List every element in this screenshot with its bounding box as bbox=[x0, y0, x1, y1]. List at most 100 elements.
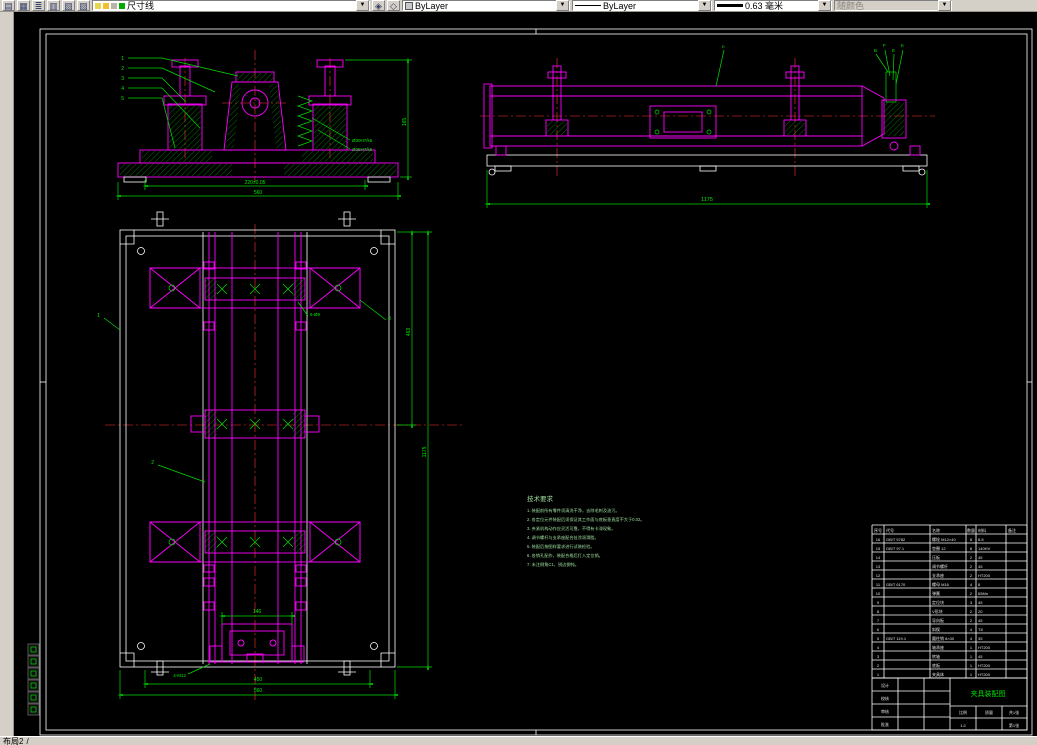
title-block: 设计 校核 审核 批准 夹具装配图 比例 1:2 质量 共1张 第1张 bbox=[871, 677, 1028, 731]
table-cell: 圆柱销 8×30 bbox=[932, 635, 955, 641]
table-cell: 65Mn bbox=[978, 591, 988, 596]
scale-value: 1:2 bbox=[960, 723, 966, 728]
linetype-sample-icon bbox=[575, 5, 601, 6]
chevron-down-icon[interactable]: ▼ bbox=[698, 0, 711, 11]
table-cell: 140HV bbox=[978, 546, 991, 551]
hole-callout: 6-Ø9 bbox=[310, 312, 321, 317]
table-cell: 夹具体 bbox=[932, 671, 944, 677]
layer-manager-icon[interactable]: ≣ bbox=[32, 0, 45, 11]
table-cell: 数量 bbox=[967, 527, 975, 533]
color-chip bbox=[405, 1, 413, 10]
table-cell: 轴承座 bbox=[932, 644, 944, 650]
chevron-down-icon[interactable]: ▼ bbox=[556, 0, 569, 11]
dim-text: 560 bbox=[254, 190, 263, 196]
linetype-combo[interactable]: ByLayer ▼ bbox=[572, 0, 712, 11]
table-cell: 1. 装配前所有零件须清洗干净，去除毛刺及油污。 bbox=[527, 507, 620, 514]
dim-text: 1175 bbox=[422, 446, 428, 457]
layer-combo-value: 尺寸线 bbox=[127, 1, 155, 11]
chevron-down-icon[interactable]: ▼ bbox=[356, 0, 369, 11]
table-cell: 3 bbox=[970, 600, 973, 605]
layer-sun-icon bbox=[103, 2, 109, 9]
table-cell: 8 bbox=[970, 537, 973, 542]
open-icon[interactable]: ▦ bbox=[17, 0, 30, 11]
table-cell: 4. 调节螺杆与支承座配合处涂润滑脂。 bbox=[527, 534, 599, 541]
balloon-label: 2 bbox=[151, 460, 154, 466]
table-cell: 1 bbox=[970, 645, 973, 650]
layout-tab[interactable]: 布局2 bbox=[3, 737, 23, 745]
balloon-label: 3 bbox=[388, 316, 391, 322]
table-cell: 1 bbox=[970, 672, 973, 677]
role-label: 校核 bbox=[881, 695, 889, 701]
table-cell: GB/T 6170 bbox=[886, 582, 906, 587]
table-cell: GB/T 5782 bbox=[886, 537, 906, 542]
table-cell: 2 bbox=[970, 564, 973, 569]
side-view: n B F E K 1175 bbox=[480, 43, 935, 208]
color-combo[interactable]: ByLayer ▼ bbox=[402, 0, 570, 11]
role-label: 审核 bbox=[881, 708, 889, 714]
table-cell: 6. 各销孔配作，装配合格后打入定位销。 bbox=[527, 552, 603, 559]
scale-label: 比例 bbox=[959, 709, 967, 715]
table-cell: V形块 bbox=[932, 608, 943, 614]
table-cell: 2 bbox=[970, 609, 973, 614]
sheet-number: 第1张 bbox=[1009, 722, 1019, 728]
table-cell: 压板 bbox=[932, 554, 940, 560]
balloon-label: 2 bbox=[121, 66, 124, 72]
table-cell: 45 bbox=[978, 618, 983, 623]
plot-style-combo: 随颜色 ▼ bbox=[834, 0, 952, 11]
table-cell: HT200 bbox=[978, 573, 991, 578]
balloon-label: 3 bbox=[121, 76, 124, 82]
table-cell: 转轴 bbox=[932, 653, 940, 659]
mass-label: 质量 bbox=[985, 709, 993, 715]
left-dock bbox=[0, 12, 14, 736]
table-cell: 1 bbox=[877, 672, 880, 677]
bolt-callout: 4-M12 bbox=[173, 673, 186, 678]
cad-window: ▤ ▦ ≣ ▥ ▧ ▨ 尺寸线 ▼ ◈ ◇ ByLayer ▼ ByLayer … bbox=[0, 0, 1037, 745]
table-cell: 2 bbox=[877, 663, 880, 668]
layer-states-icon[interactable]: ▥ bbox=[47, 0, 60, 11]
layer-combo[interactable]: 尺寸线 ▼ bbox=[92, 0, 370, 11]
statusbar: 布局2 / bbox=[0, 736, 1037, 745]
table-cell: 支承座 bbox=[932, 572, 944, 578]
new-icon[interactable]: ▤ bbox=[2, 0, 15, 11]
table-cell: 2 bbox=[970, 573, 973, 578]
table-cell: 2. 各定位元件装配后须保证其工作面与底板垂直度不大于0.02。 bbox=[527, 516, 645, 523]
dim-text: 1175 bbox=[701, 197, 713, 203]
table-cell: 4 bbox=[970, 627, 973, 632]
table-cell: 8 bbox=[970, 546, 973, 551]
chevron-down-icon: ▼ bbox=[938, 0, 951, 11]
table-cell: 20 bbox=[978, 609, 983, 614]
table-cell: 螺栓 M12×40 bbox=[932, 536, 956, 542]
table-cell: 2 bbox=[970, 591, 973, 596]
table-cell: 45 bbox=[978, 654, 983, 659]
layer-freeze-icon[interactable]: ▨ bbox=[77, 0, 90, 11]
table-cell: T8 bbox=[978, 627, 983, 632]
chevron-down-icon[interactable]: ▼ bbox=[818, 0, 831, 11]
table-cell: 名称 bbox=[932, 527, 940, 533]
front-section-view: 1 2 3 4 5 Ø30H7/k6 Ø25H7/k6 220±0.05 560… bbox=[115, 50, 412, 200]
table-cell: 垫圈 12 bbox=[932, 545, 946, 551]
table-cell: 备注 bbox=[1008, 527, 1016, 533]
docked-toolbar-stack[interactable] bbox=[27, 643, 40, 716]
table-cell: 斜楔 bbox=[932, 626, 940, 632]
lineweight-combo-value: 0.63 毫米 bbox=[745, 1, 784, 11]
table-cell: 10 bbox=[876, 591, 881, 596]
dim-text: 463 bbox=[406, 328, 412, 337]
dim-text: 450 bbox=[254, 677, 263, 683]
plan-dimensions: 146 450 560 463 1175 bbox=[117, 229, 432, 699]
table-cell: 8 bbox=[877, 609, 880, 614]
dim-text: 165 bbox=[402, 118, 408, 127]
layer-previous-icon[interactable]: ◇ bbox=[387, 0, 400, 11]
drawing-canvas[interactable]: 1 2 3 4 5 Ø30H7/k6 Ø25H7/k6 220±0.05 560… bbox=[14, 12, 1037, 736]
plan-view: 146 450 560 463 1175 1 2 3 6-Ø9 4-M12 bbox=[97, 211, 465, 700]
fit-label: Ø30H7/k6 bbox=[352, 138, 373, 143]
table-cell: 45 bbox=[978, 564, 983, 569]
layer-color-chip bbox=[119, 2, 125, 9]
make-layer-current-icon[interactable]: ◈ bbox=[372, 0, 385, 11]
balloon-label: 1 bbox=[97, 313, 100, 319]
table-cell: 14 bbox=[876, 555, 881, 560]
layer-on-off-icon[interactable]: ▧ bbox=[62, 0, 75, 11]
table-cell: 底板 bbox=[932, 662, 940, 668]
layout-viewport[interactable]: 1 2 3 4 5 Ø30H7/k6 Ø25H7/k6 220±0.05 560… bbox=[14, 12, 1037, 736]
role-label: 设计 bbox=[881, 682, 889, 688]
lineweight-combo[interactable]: 0.63 毫米 ▼ bbox=[714, 0, 832, 11]
